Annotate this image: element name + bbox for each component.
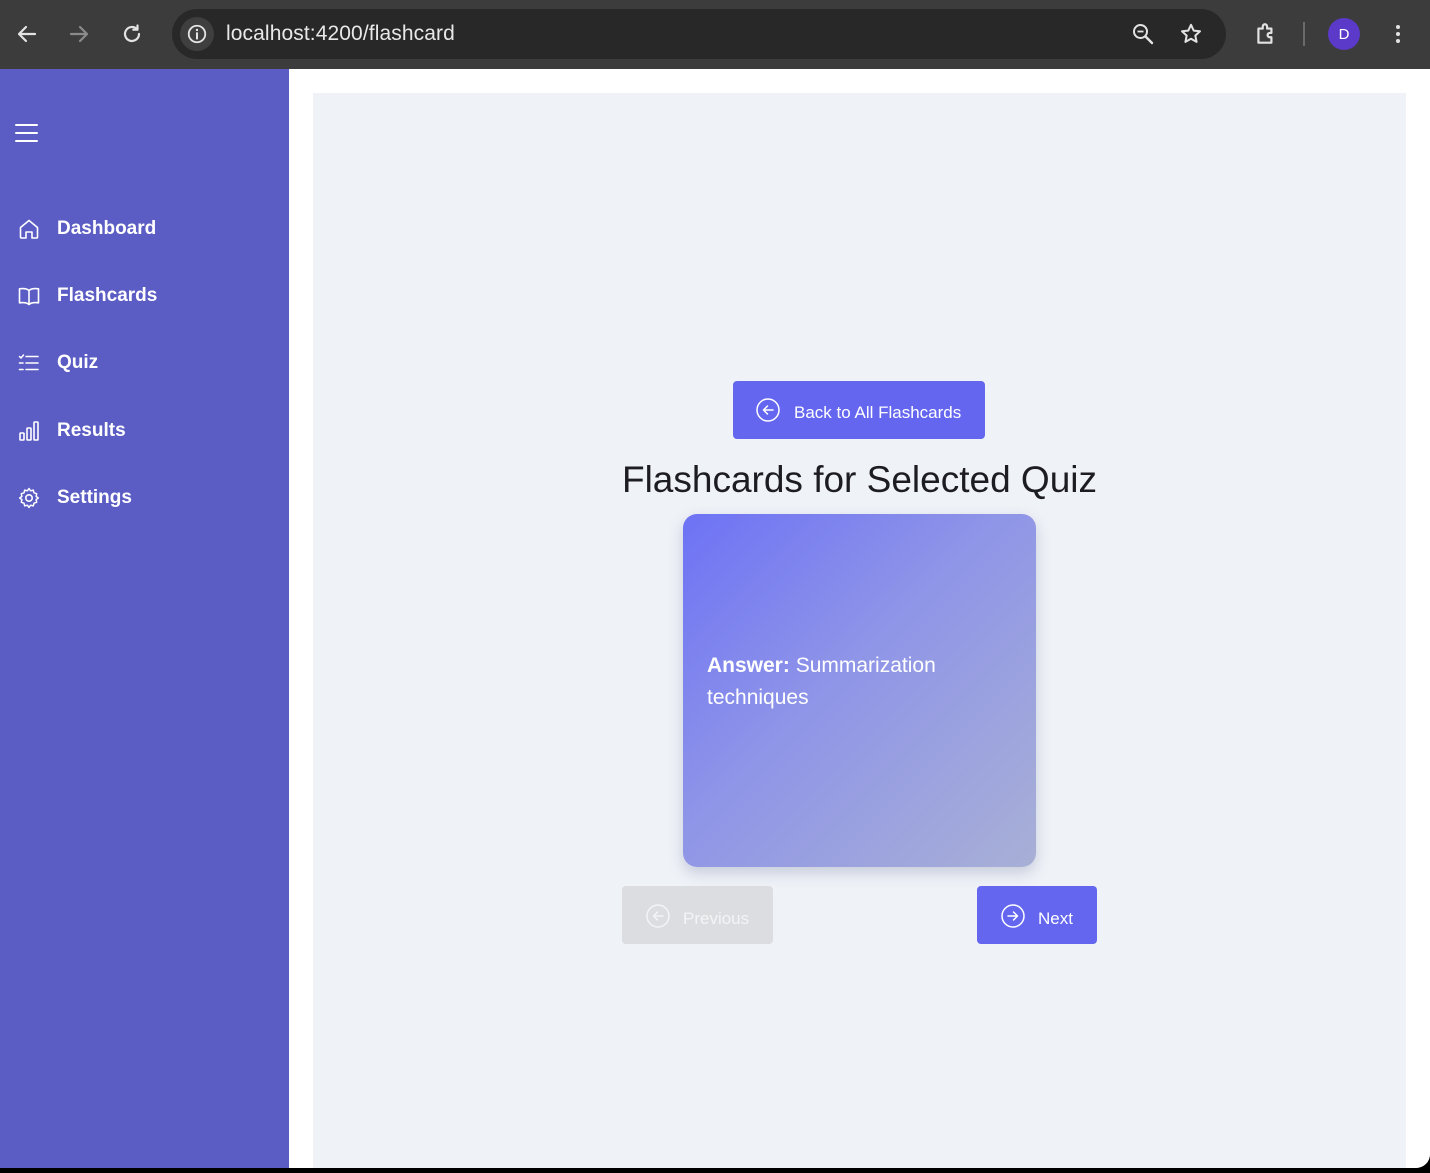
flashcard-answer: Answer: Summarization techniques [707, 650, 1007, 714]
sidebar-item-dashboard[interactable]: Dashboard [0, 205, 289, 253]
arrow-left-circle-icon [646, 904, 670, 928]
url-host: localhost:4200 [226, 22, 363, 45]
sidebar-item-quiz[interactable]: Quiz [0, 339, 289, 387]
previous-button-label: Previous [683, 909, 750, 928]
next-button-label: Next [1038, 909, 1073, 928]
more-vertical-icon[interactable] [1381, 17, 1415, 51]
sidebar-item-results[interactable]: Results [0, 407, 289, 455]
next-button[interactable]: Next [977, 886, 1097, 944]
browser-toolbar: localhost:4200/flashcard D [0, 0, 1430, 69]
zoom-icon[interactable] [1129, 20, 1157, 48]
reload-icon[interactable] [112, 14, 152, 54]
browser-window: localhost:4200/flashcard D Dashboard Fla… [0, 0, 1430, 1168]
sidebar-item-label: Dashboard [57, 218, 157, 239]
url-path: /flashcard [362, 22, 455, 45]
forward-arrow-icon[interactable] [59, 14, 99, 54]
back-to-all-flashcards-button[interactable]: Back to All Flashcards [733, 381, 985, 439]
book-icon [18, 287, 40, 306]
bar-chart-icon [19, 421, 39, 441]
site-info-icon[interactable] [180, 17, 214, 51]
arrow-left-circle-icon [756, 398, 780, 422]
home-icon [19, 219, 39, 239]
back-arrow-icon[interactable] [7, 14, 47, 54]
bookmark-star-icon[interactable] [1177, 20, 1205, 48]
address-bar[interactable]: localhost:4200/flashcard [172, 9, 1226, 59]
sidebar-item-settings[interactable]: Settings [0, 474, 289, 522]
sidebar-item-label: Settings [57, 487, 132, 508]
back-button-label: Back to All Flashcards [794, 403, 962, 422]
url-text[interactable]: localhost:4200/flashcard [226, 22, 455, 46]
sidebar: Dashboard Flashcards Quiz Results Settin… [0, 69, 289, 1168]
sidebar-item-flashcards[interactable]: Flashcards [0, 272, 289, 320]
answer-label: Answer: [707, 654, 790, 677]
profile-avatar[interactable]: D [1328, 18, 1360, 50]
page-title: Flashcards for Selected Quiz [621, 459, 1098, 500]
gear-icon [18, 487, 40, 509]
arrow-right-circle-icon [1001, 904, 1025, 928]
hamburger-menu-icon[interactable] [14, 121, 40, 145]
previous-button[interactable]: Previous [622, 886, 773, 944]
main-content: Back to All Flashcards Flashcards for Se… [289, 69, 1430, 1168]
flashcard[interactable]: Answer: Summarization techniques [683, 514, 1036, 867]
toolbar-divider [1303, 22, 1305, 46]
list-icon [18, 354, 39, 371]
sidebar-item-label: Results [57, 420, 126, 441]
flashcard-panel: Back to All Flashcards Flashcards for Se… [313, 93, 1406, 1168]
extensions-icon[interactable] [1249, 17, 1283, 51]
sidebar-item-label: Quiz [57, 352, 99, 373]
sidebar-item-label: Flashcards [57, 285, 158, 306]
